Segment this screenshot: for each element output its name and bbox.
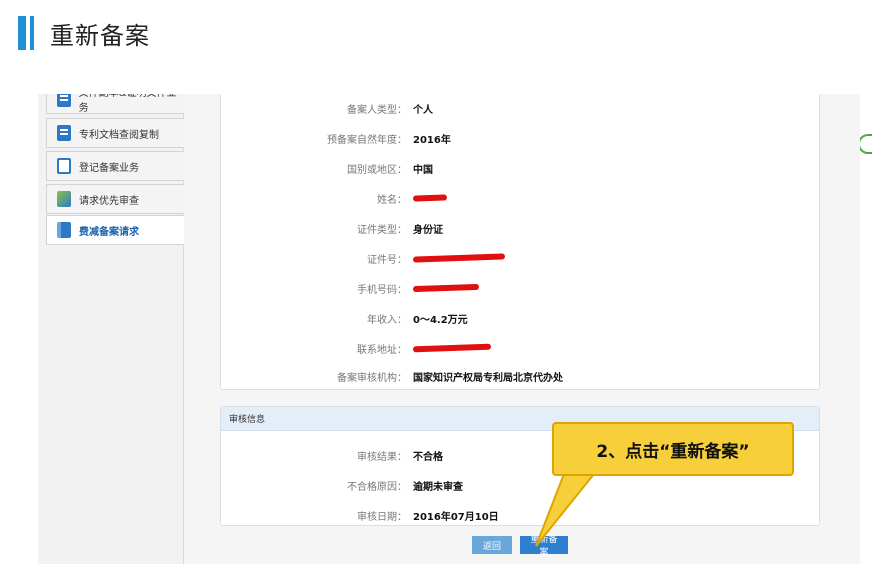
- info-row-id-number: 证件号：: [221, 248, 821, 268]
- redaction-mark: [412, 252, 506, 263]
- heading-accent-bar: [18, 16, 26, 50]
- redaction-mark: [412, 343, 492, 352]
- callout-pointer: [535, 474, 596, 547]
- page-title: 重新备案: [50, 21, 150, 50]
- sidebar-item-fee-reduction[interactable]: 费减备案请求: [46, 215, 185, 245]
- redaction-mark: [412, 283, 480, 292]
- sidebar-item-priority-exam[interactable]: 请求优先审查: [46, 184, 184, 214]
- filing-info-panel: 备案人类型： 个人 预备案自然年度： 2016年 国别或地区： 中国 姓名： 证…: [220, 94, 820, 390]
- info-row-review-org: 备案审核机构： 国家知识产权局专利局北京代办处: [337, 372, 563, 384]
- info-row-phone: 手机号码：: [221, 278, 821, 298]
- sidebar-item-label: 费减备案请求: [79, 226, 139, 238]
- sidebar-item-label: 请求优先审查: [79, 195, 139, 207]
- info-row-address: 联系地址：: [221, 338, 821, 358]
- document-icon: [57, 125, 71, 141]
- priority-icon: [57, 191, 71, 207]
- sidebar: 文件副本&证明文件业务 专利文档查阅复制 登记备案业务 请求优先审查 费减备案请…: [38, 94, 185, 564]
- sidebar-item-label: 专利文档查阅复制: [79, 129, 159, 141]
- info-row-filer-type: 备案人类型： 个人: [347, 104, 433, 116]
- instruction-callout: 2、点击“重新备案”: [552, 422, 794, 476]
- info-row-country: 国别或地区： 中国: [347, 164, 433, 176]
- info-row-id-type: 证件类型： 身份证: [357, 224, 443, 236]
- info-row-year: 预备案自然年度： 2016年: [327, 134, 451, 146]
- edge-mark-icon: [858, 134, 872, 154]
- sidebar-item-registration[interactable]: 登记备案业务: [46, 151, 184, 181]
- sidebar-item-patent-docs[interactable]: 专利文档查阅复制: [46, 118, 184, 148]
- back-button[interactable]: 返回: [472, 536, 512, 554]
- sidebar-item-label: 文件副本&证明文件业务: [78, 94, 177, 114]
- document-icon: [57, 94, 71, 107]
- redaction-mark: [412, 193, 448, 202]
- fee-icon: [57, 222, 71, 238]
- page-heading: 重新备案: [18, 16, 150, 50]
- heading-accent-bar-thin: [30, 16, 34, 50]
- sidebar-item-file-copy[interactable]: 文件副本&证明文件业务: [46, 94, 184, 114]
- info-row-name: 姓名：: [221, 188, 821, 208]
- screenshot-area: 文件副本&证明文件业务 专利文档查阅复制 登记备案业务 请求优先审查 费减备案请…: [38, 94, 860, 564]
- info-row-income: 年收入： 0～4.2万元: [367, 314, 468, 326]
- register-icon: [57, 158, 71, 174]
- sidebar-item-label: 登记备案业务: [79, 162, 139, 174]
